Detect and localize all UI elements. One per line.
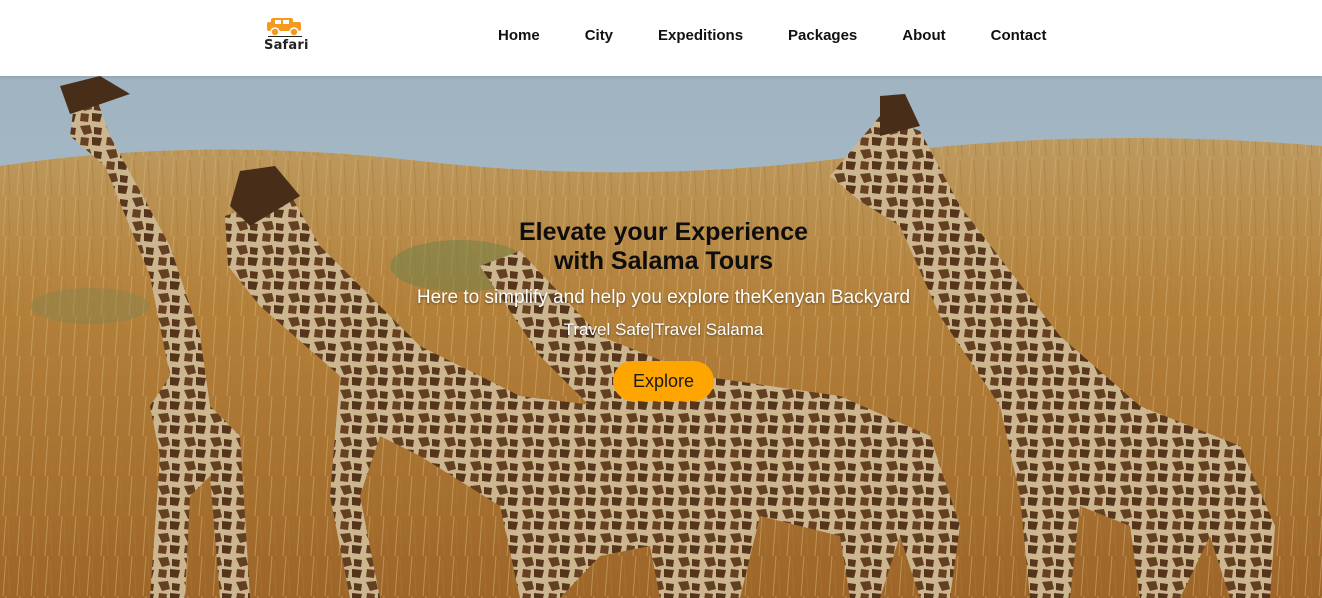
nav-link-about[interactable]: About [902, 26, 945, 46]
nav-link-packages[interactable]: Packages [788, 26, 857, 46]
hero-subtitle: Here to simplify and help you explore th… [416, 287, 911, 308]
hero-title-line1: Elevate your Experience [518, 218, 809, 246]
hero-content: Elevate your Experience with Salama Tour… [0, 76, 1322, 598]
hero-title: Elevate your Experience with Salama Tour… [0, 218, 1322, 276]
jeep-icon [267, 18, 302, 37]
brand-logo[interactable]: Safari [262, 14, 308, 56]
hero-tagline: Travel Safe|Travel Salama [563, 320, 764, 339]
nav-link-home[interactable]: Home [498, 26, 540, 46]
nav-link-contact[interactable]: Contact [991, 26, 1047, 46]
top-navbar: Safari Home City Expeditions Packages Ab… [0, 0, 1322, 76]
brand-logo-text: Safari [264, 38, 309, 53]
nav-menu: Home City Expeditions Packages About Con… [498, 26, 1046, 46]
hero-section: Elevate your Experience with Salama Tour… [0, 76, 1322, 598]
nav-link-city[interactable]: City [585, 26, 613, 46]
explore-button[interactable]: Explore [613, 361, 714, 401]
nav-link-expeditions[interactable]: Expeditions [658, 26, 743, 46]
hero-title-line2: with Salama Tours [553, 247, 774, 275]
